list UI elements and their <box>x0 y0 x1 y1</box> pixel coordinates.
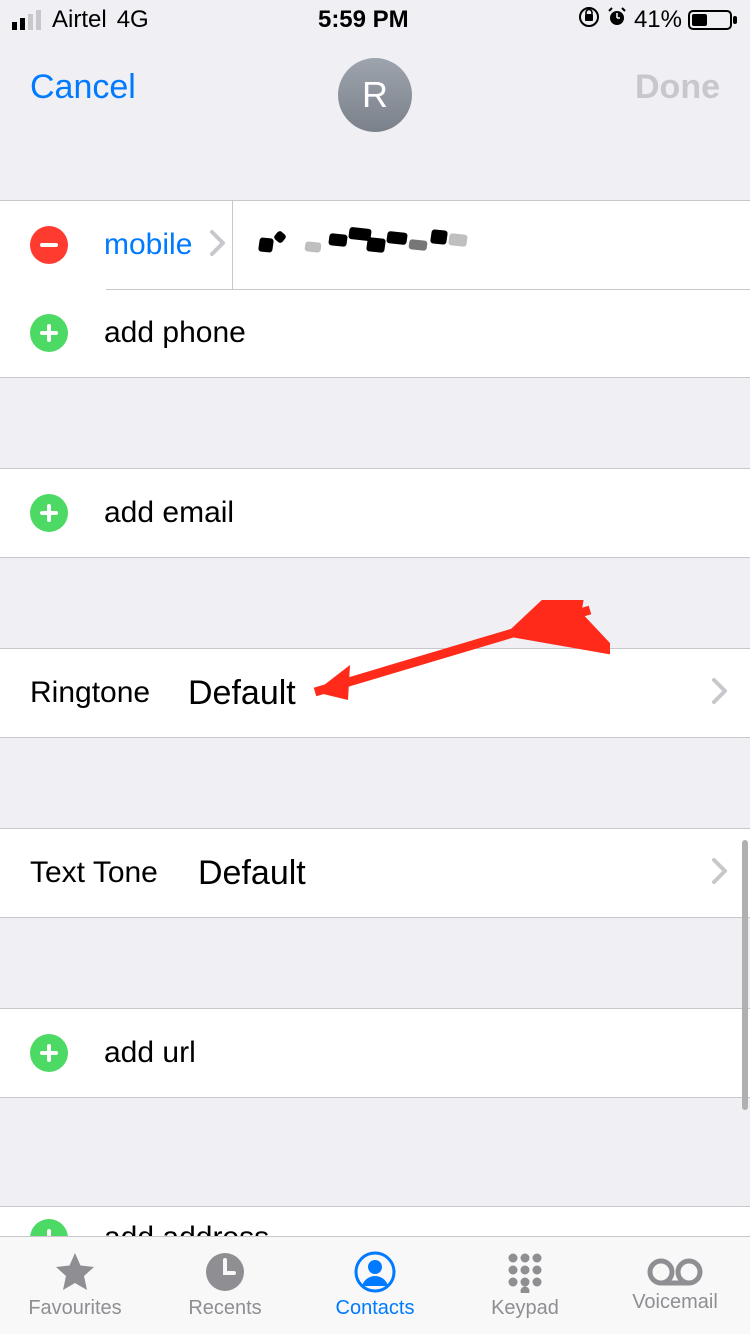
tab-contacts[interactable]: Contacts <box>300 1237 450 1334</box>
battery-icon <box>688 9 738 31</box>
orientation-lock-icon <box>578 6 600 35</box>
ringtone-row[interactable]: Ringtone Default <box>0 649 750 737</box>
signal-icon <box>12 10 46 30</box>
texttone-label: Text Tone <box>30 856 188 890</box>
status-bar: Airtel 4G 5:59 PM 41% <box>0 0 750 40</box>
tab-label: Voicemail <box>632 1291 718 1314</box>
chevron-right-icon <box>210 230 226 261</box>
ringtone-section: Ringtone Default <box>0 648 750 738</box>
tab-favourites[interactable]: Favourites <box>0 1237 150 1334</box>
divider <box>232 201 233 289</box>
ringtone-value: Default <box>188 674 296 713</box>
tab-voicemail[interactable]: Voicemail <box>600 1237 750 1334</box>
battery-pct: 41% <box>634 6 682 34</box>
done-button[interactable]: Done <box>635 68 720 107</box>
remove-phone-button[interactable] <box>30 226 68 264</box>
tab-bar: Favourites Recents Contacts Keypad Voice… <box>0 1236 750 1334</box>
tab-label: Keypad <box>491 1297 559 1320</box>
add-phone-row[interactable]: add phone <box>0 289 750 377</box>
tab-keypad[interactable]: Keypad <box>450 1237 600 1334</box>
add-url-row[interactable]: add url <box>0 1009 750 1097</box>
network-label: 4G <box>117 6 149 34</box>
tab-label: Favourites <box>28 1297 121 1320</box>
alarm-icon <box>606 6 628 35</box>
add-icon <box>30 1219 68 1236</box>
add-email-label: add email <box>104 496 234 530</box>
carrier-label: Airtel <box>52 6 107 34</box>
add-url-label: add url <box>104 1036 196 1070</box>
phone-type-label[interactable]: mobile <box>104 228 192 262</box>
clock-icon <box>204 1251 246 1293</box>
ringtone-label: Ringtone <box>30 676 178 710</box>
add-phone-label: add phone <box>104 316 246 350</box>
phone-row-mobile[interactable]: mobile <box>0 201 750 289</box>
tab-label: Recents <box>188 1297 261 1320</box>
clock: 5:59 PM <box>318 6 409 34</box>
texttone-value: Default <box>198 854 306 893</box>
url-section: add url <box>0 1008 750 1098</box>
add-address-row[interactable]: add address <box>0 1207 750 1236</box>
voicemail-icon <box>647 1257 703 1287</box>
scroll-indicator[interactable] <box>742 840 748 1110</box>
contact-avatar[interactable]: R <box>338 58 412 132</box>
add-icon <box>30 494 68 532</box>
star-icon <box>53 1251 97 1293</box>
chevron-right-icon <box>712 858 728 889</box>
cancel-button[interactable]: Cancel <box>30 68 136 107</box>
add-icon <box>30 314 68 352</box>
email-section: add email <box>0 468 750 558</box>
phone-number-redacted[interactable] <box>259 228 469 262</box>
keypad-icon <box>504 1251 546 1293</box>
phone-section: mobile add phone <box>0 200 750 378</box>
chevron-right-icon <box>712 678 728 709</box>
add-address-label: add address <box>104 1221 269 1236</box>
tab-recents[interactable]: Recents <box>150 1237 300 1334</box>
edit-contact-nav: Cancel R Done <box>0 40 750 150</box>
texttone-section: Text Tone Default <box>0 828 750 918</box>
edit-contact-form: mobile add phone <box>0 150 750 1236</box>
texttone-row[interactable]: Text Tone Default <box>0 829 750 917</box>
add-email-row[interactable]: add email <box>0 469 750 557</box>
add-icon <box>30 1034 68 1072</box>
tab-label: Contacts <box>336 1297 415 1320</box>
contact-icon <box>354 1251 396 1293</box>
address-section: add address <box>0 1206 750 1236</box>
